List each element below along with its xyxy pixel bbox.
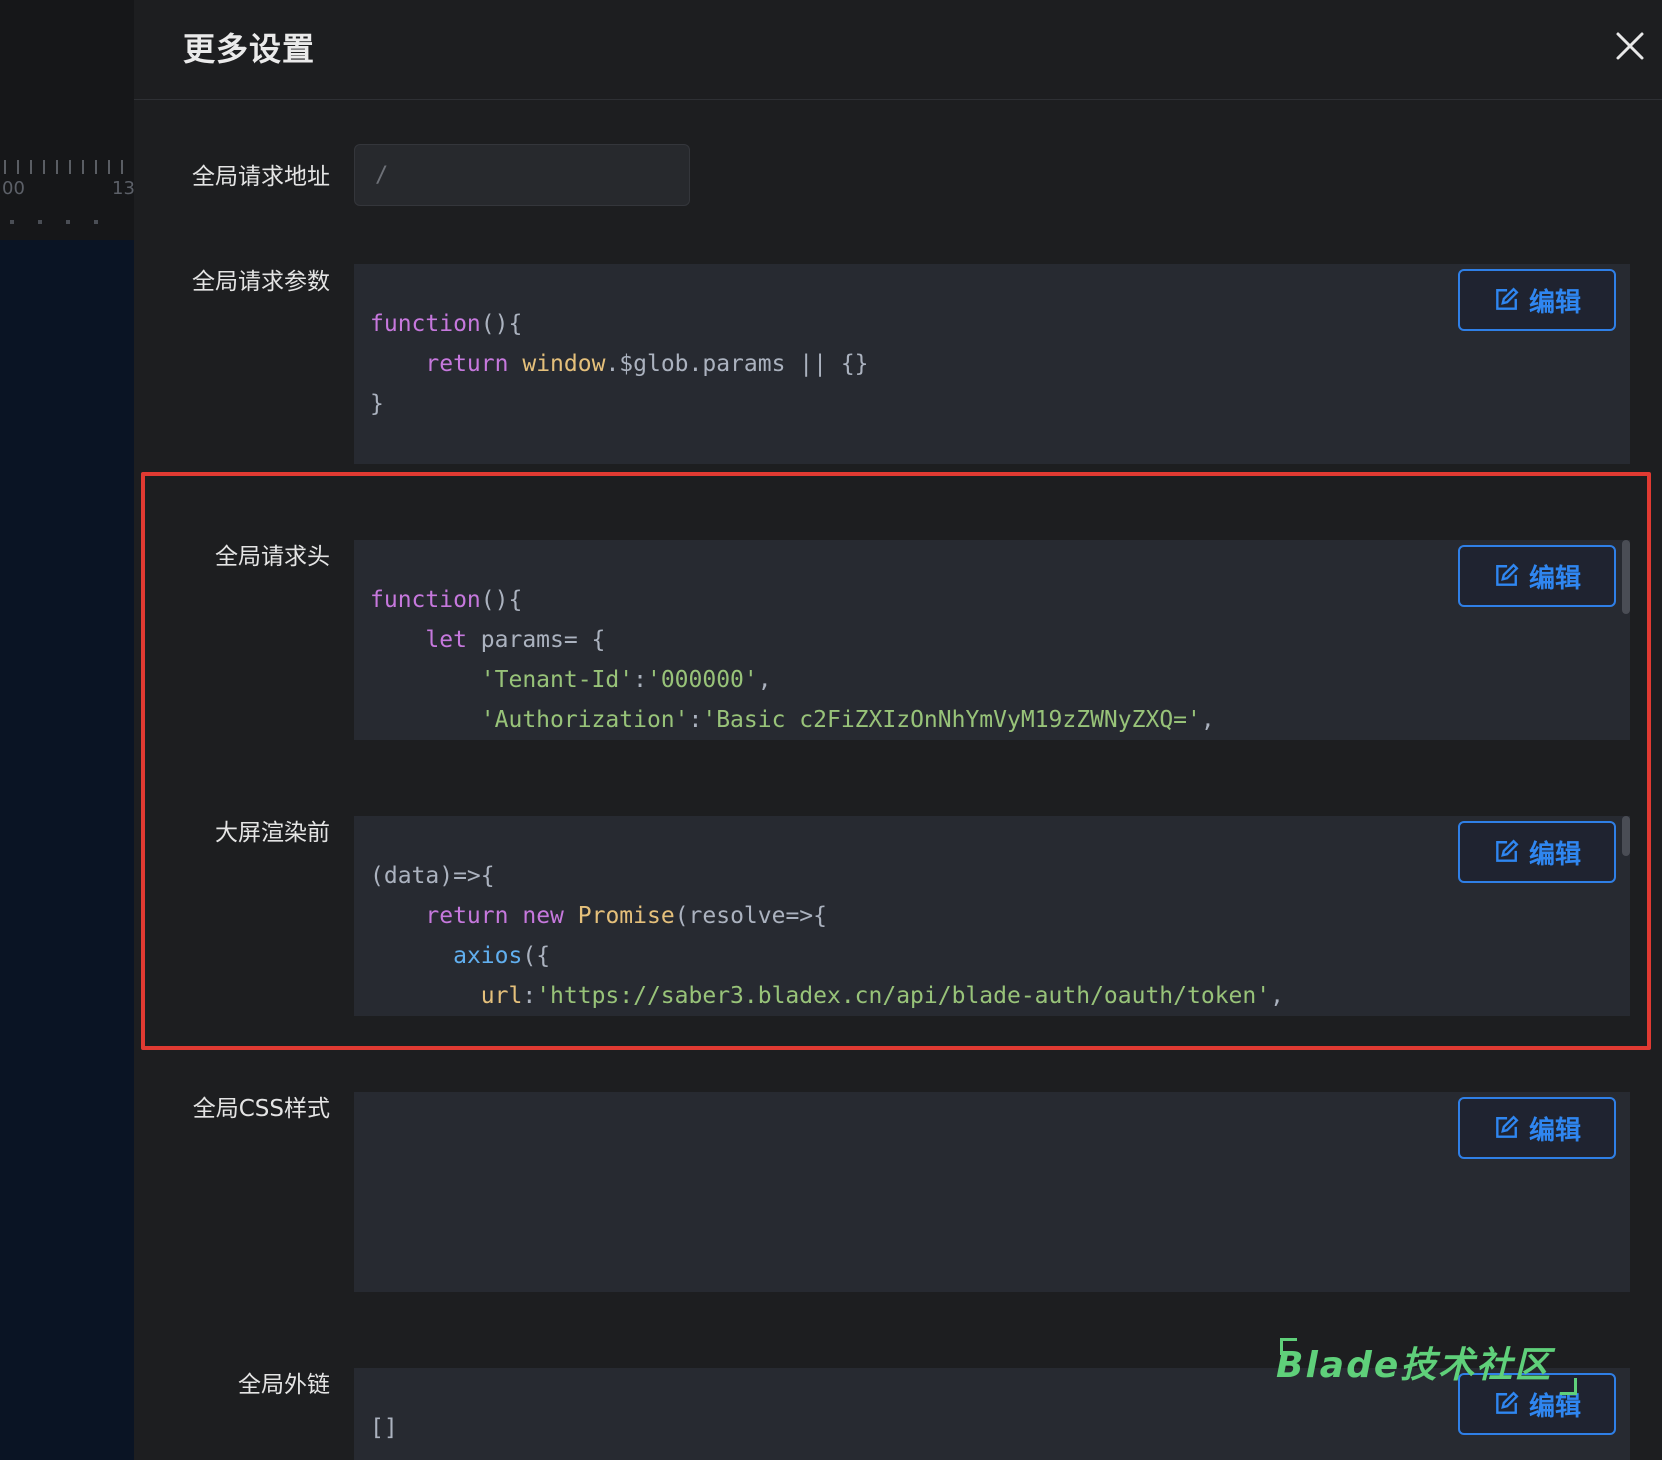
edit-icon: [1496, 563, 1519, 586]
edit-button-label: 编辑: [1528, 563, 1581, 594]
global-request-url-label: 全局请求地址: [192, 164, 330, 190]
ruler-ticks: [4, 160, 130, 174]
ruler-label: 00: [2, 178, 25, 199]
code-token: new: [522, 903, 564, 929]
global-request-params-editor[interactable]: function(){ return window.$glob.params |…: [354, 264, 1630, 464]
background-canvas: 00 13: [0, 0, 135, 1460]
code-token: function: [370, 311, 481, 337]
code-token: '000000': [646, 667, 758, 693]
global-css-label: 全局CSS样式: [192, 1096, 330, 1122]
before-render-editor[interactable]: (data)=>{ return new Promise(resolve=>{ …: [354, 816, 1630, 1016]
before-render-label: 大屏渲染前: [215, 820, 330, 846]
code-token: 'Tenant-Id': [480, 667, 634, 693]
code-block: (data)=>{ return new Promise(resolve=>{ …: [370, 863, 1284, 1009]
edit-button-label: 编辑: [1528, 839, 1581, 870]
code-block: function(){ let params= { 'Tenant-Id':'0…: [370, 587, 1215, 733]
code-token: 'Authorization': [480, 707, 689, 733]
edit-button[interactable]: 编辑: [1458, 821, 1616, 883]
code-block: []: [370, 1415, 398, 1441]
edit-button-label: 编辑: [1528, 287, 1581, 318]
edit-button[interactable]: 编辑: [1458, 1097, 1616, 1159]
global-request-url-input[interactable]: [354, 144, 690, 206]
code-token: 'https://saber3.bladex.cn/api/blade-auth…: [536, 983, 1271, 1009]
global-request-headers-editor[interactable]: function(){ let params= { 'Tenant-Id':'0…: [354, 540, 1630, 740]
global-request-headers-label: 全局请求头: [215, 544, 330, 570]
edit-icon: [1496, 1391, 1519, 1414]
code-token: window: [522, 351, 606, 377]
code-token: return: [425, 351, 509, 377]
code-token: url: [480, 983, 523, 1009]
code-token: let: [425, 627, 467, 653]
close-icon[interactable]: [1610, 26, 1650, 66]
global-links-label: 全局外链: [238, 1372, 330, 1398]
code-token: return: [425, 903, 509, 929]
edit-icon: [1496, 839, 1519, 862]
code-token: 'Basic c2FiZXIzOnNhYmVyM19zZWNyZXQ=': [702, 707, 1201, 733]
ruler-dots: [10, 220, 120, 224]
edit-button-label: 编辑: [1528, 1115, 1581, 1146]
edit-button[interactable]: 编辑: [1458, 545, 1616, 607]
watermark-corner: [1560, 1378, 1577, 1395]
watermark: Blade技术社区: [1276, 1345, 1553, 1386]
edit-icon: [1496, 287, 1519, 310]
code-token: Promise: [577, 903, 675, 929]
editor-scrollbar[interactable]: [1622, 540, 1630, 614]
editor-scrollbar[interactable]: [1622, 816, 1630, 856]
drawer-header: 更多设置: [134, 0, 1662, 100]
edit-button[interactable]: 编辑: [1458, 269, 1616, 331]
global-css-editor[interactable]: 编辑: [354, 1092, 1630, 1292]
background-ruler: 00 13: [0, 158, 135, 224]
drawer-title: 更多设置: [183, 30, 316, 68]
code-token: function: [370, 587, 481, 613]
code-block: function(){ return window.$glob.params |…: [370, 311, 869, 417]
global-request-params-label: 全局请求参数: [192, 269, 330, 295]
edit-icon: [1496, 1115, 1519, 1138]
code-token: axios: [453, 943, 523, 969]
